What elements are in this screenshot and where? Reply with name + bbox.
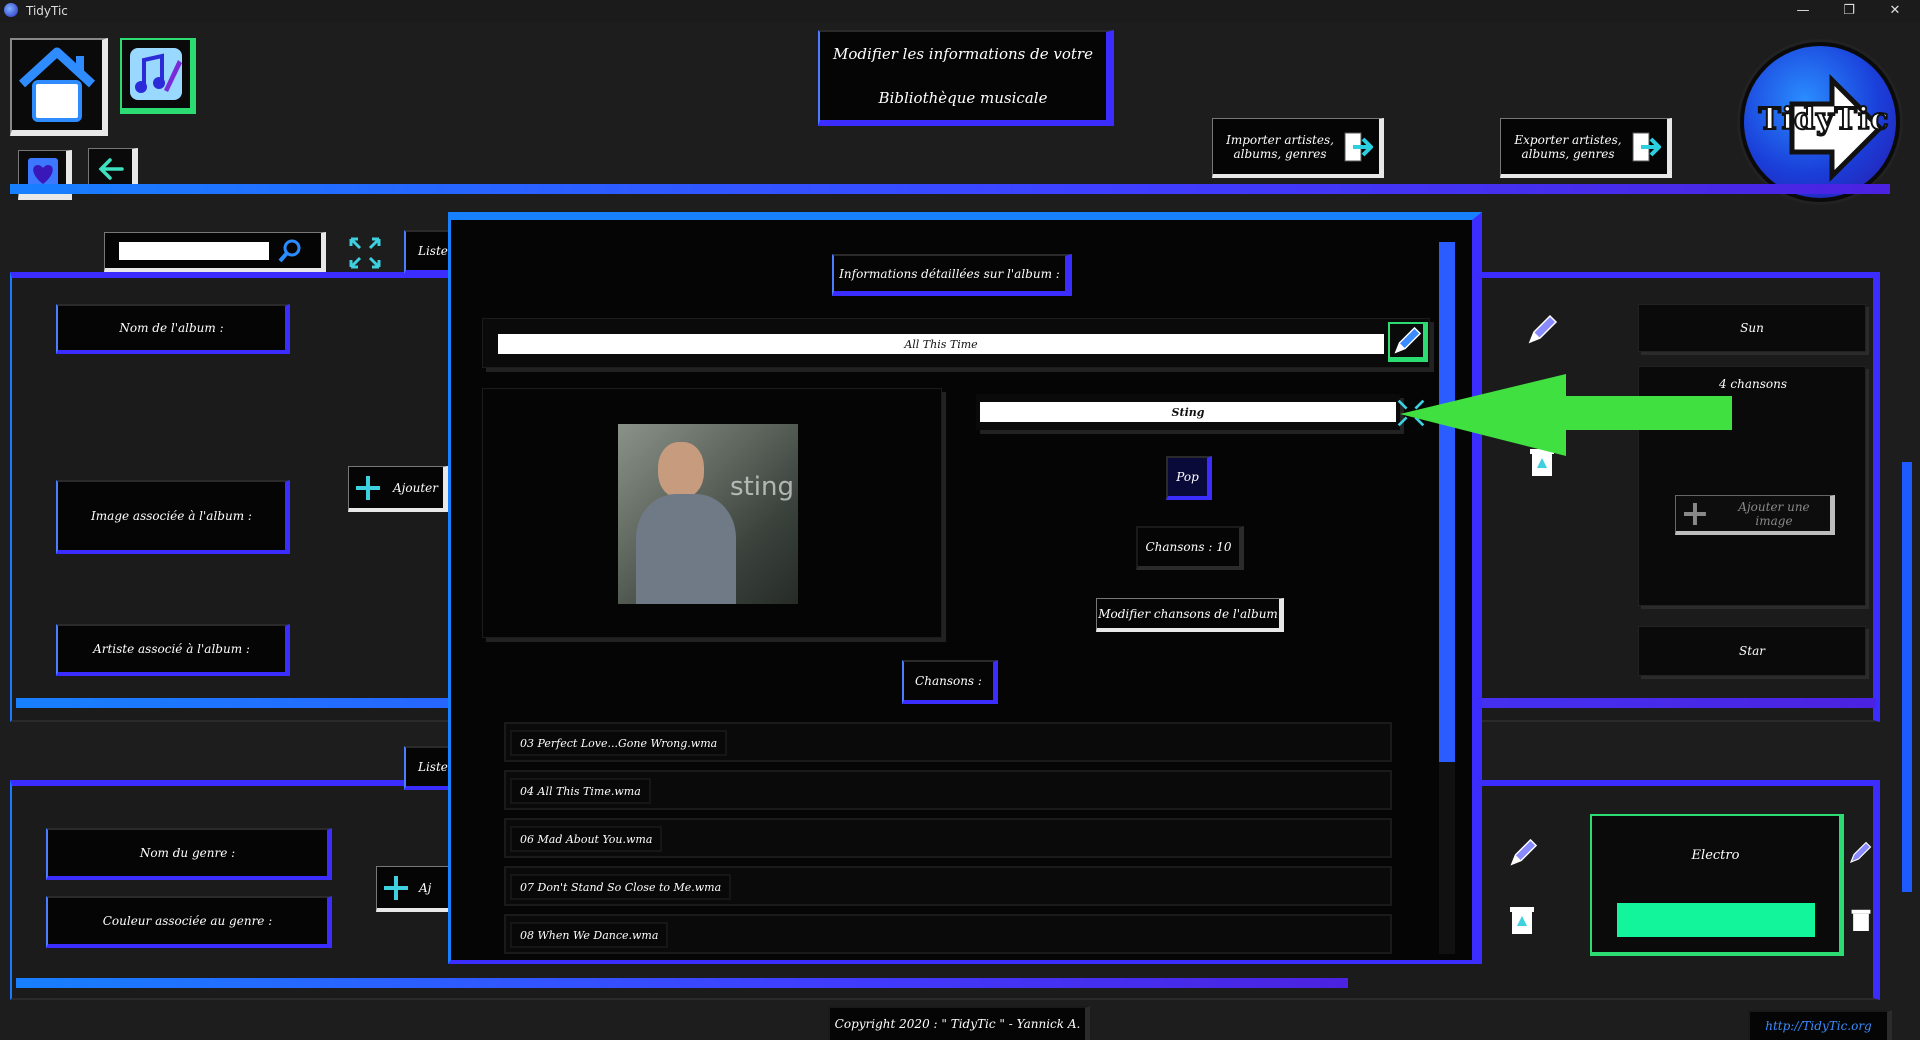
plus-icon xyxy=(384,875,408,900)
genre-name-label: Nom du genre : xyxy=(46,828,332,880)
album-add-button[interactable]: Ajouter xyxy=(348,466,448,512)
song-row[interactable]: 06 Mad About You.wma xyxy=(504,818,1392,858)
cover-figure-body xyxy=(636,494,736,604)
close-button[interactable]: ✕ xyxy=(1872,0,1918,22)
tidytic-logo: TidyTic xyxy=(1740,42,1900,202)
arrow-left-icon xyxy=(98,157,124,180)
album-name-label: Nom de l'album : xyxy=(56,304,290,354)
album-artist-label: Artiste associé à l'album : xyxy=(56,624,290,676)
song-row[interactable]: 07 Don't Stand So Close to Me.wma xyxy=(504,866,1392,906)
add-image-button[interactable]: Ajouter une image xyxy=(1675,495,1835,535)
copyright: Copyright 2020 : " TidyTic " - Yannick A… xyxy=(828,1006,1090,1040)
song-title: 08 When We Dance.wma xyxy=(510,922,669,948)
song-title: 07 Don't Stand So Close to Me.wma xyxy=(510,874,732,900)
export-label: Exporter artistes, albums, genres xyxy=(1514,132,1622,161)
song-title: 03 Perfect Love...Gone Wrong.wma xyxy=(510,730,728,756)
header-divider xyxy=(10,184,1890,194)
song-row[interactable]: 04 All This Time.wma xyxy=(504,770,1392,810)
minimize-button[interactable]: — xyxy=(1780,0,1826,22)
album-name-field[interactable]: All This Time xyxy=(498,334,1384,354)
edit-pencil-icon-partial[interactable] xyxy=(1848,838,1872,868)
genre-color-label: Couleur associée au genre : xyxy=(46,896,332,948)
search-input[interactable] xyxy=(119,241,269,260)
page-title: Modifier les informations de votre Bibli… xyxy=(818,30,1114,126)
plus-icon xyxy=(356,475,380,500)
music-edit-button[interactable] xyxy=(120,38,196,114)
edit-pencil-icon xyxy=(1393,326,1421,354)
genre-add-button[interactable]: Aj xyxy=(376,866,456,912)
import-button[interactable]: Importer artistes, albums, genres xyxy=(1212,118,1384,178)
main-scrollbar[interactable] xyxy=(1902,462,1912,892)
window-title: TidyTic xyxy=(26,4,68,18)
page-title-line2: Bibliothèque musicale xyxy=(878,89,1048,107)
genre-badge: Pop xyxy=(1166,456,1212,500)
music-note-edit-icon xyxy=(130,48,182,100)
songs-heading: Chansons : xyxy=(902,660,998,704)
add-image-label: Ajouter une image xyxy=(1738,499,1810,528)
album-list-tab-label: Liste xyxy=(418,244,448,258)
delete-icon-partial[interactable] xyxy=(1850,904,1872,936)
website-link[interactable]: http://TidyTic.org xyxy=(1748,1010,1892,1040)
search-box xyxy=(104,232,326,272)
cover-text: sting xyxy=(730,472,794,502)
edit-songs-button[interactable]: Modifier chansons de l'album xyxy=(1096,598,1284,632)
export-button[interactable]: Exporter artistes, albums, genres xyxy=(1500,118,1672,178)
expand-icon[interactable] xyxy=(348,236,382,270)
genre-color-swatch xyxy=(1616,903,1815,937)
genre-add-label: Aj xyxy=(419,880,432,895)
search-icon[interactable] xyxy=(277,238,303,264)
app-icon xyxy=(4,3,18,17)
delete-icon[interactable] xyxy=(1508,904,1536,936)
right-album-artist: Star xyxy=(1638,626,1866,676)
plus-icon xyxy=(1683,502,1706,525)
page-title-line1: Modifier les informations de votre xyxy=(833,45,1093,63)
song-title: 06 Mad About You.wma xyxy=(510,826,663,852)
home-button[interactable] xyxy=(10,38,108,136)
song-row[interactable]: 03 Perfect Love...Gone Wrong.wma xyxy=(504,722,1392,762)
genre-list-tab-label: Liste xyxy=(418,760,448,774)
artist-field[interactable]: Sting xyxy=(980,402,1396,422)
import-label: Importer artistes, albums, genres xyxy=(1226,132,1334,161)
song-title: 04 All This Time.wma xyxy=(510,778,651,804)
album-cover-image: sting xyxy=(618,424,798,604)
genre-card-name: Electro xyxy=(1691,848,1740,863)
dialog-scrollbar-track xyxy=(1439,762,1455,954)
title-bar: TidyTic — ❐ ✕ xyxy=(0,0,1920,22)
genre-panel-bar xyxy=(16,978,1348,988)
song-row[interactable]: 08 When We Dance.wma xyxy=(504,914,1392,954)
cover-figure-head xyxy=(658,442,704,498)
album-add-label: Ajouter xyxy=(393,480,438,495)
home-icon xyxy=(18,47,96,122)
genre-card-electro[interactable]: Electro xyxy=(1590,814,1844,956)
restore-button[interactable]: ❐ xyxy=(1826,0,1872,22)
export-icon xyxy=(1632,132,1661,161)
app-window: TidyTic — ❐ ✕ Modifier les informations … xyxy=(0,0,1920,1040)
dialog-scrollbar[interactable] xyxy=(1439,242,1455,762)
dialog-heading: Informations détaillées sur l'album : xyxy=(832,254,1072,296)
album-image-label: Image associée à l'album : xyxy=(56,480,290,554)
edit-pencil-icon[interactable] xyxy=(1508,838,1538,868)
edit-pencil-icon[interactable] xyxy=(1526,314,1558,346)
edit-album-name-button[interactable] xyxy=(1388,322,1428,362)
songs-count: Chansons : 10 xyxy=(1136,526,1244,570)
right-album-name: Sun xyxy=(1638,304,1866,352)
green-arrow-annotation xyxy=(1400,374,1732,456)
logo-text: TidyTic xyxy=(1757,101,1890,138)
import-icon xyxy=(1344,132,1373,161)
